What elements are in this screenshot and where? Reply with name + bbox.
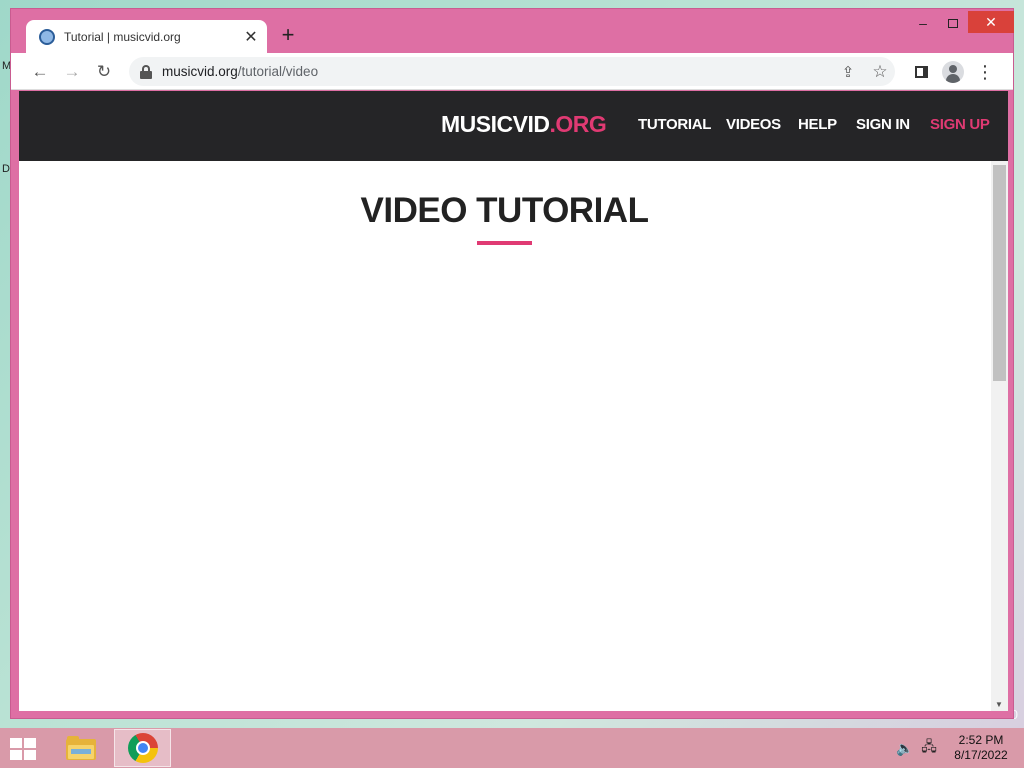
taskbar-file-explorer[interactable] — [52, 729, 109, 767]
taskbar-chrome[interactable] — [114, 729, 171, 767]
browser-menu-button[interactable]: ⋮ — [972, 59, 998, 85]
reload-button[interactable]: ↻ — [91, 59, 117, 85]
start-button[interactable] — [10, 738, 38, 760]
taskbar: 🔈 🖧 2:52 PM 8/17/2022 — [0, 728, 1024, 768]
page-title: VIDEO TUTORIAL — [360, 191, 649, 230]
tab-title: Tutorial | musicvid.org — [64, 30, 181, 44]
nav-tutorial[interactable]: TUTORIAL — [638, 116, 711, 133]
clock-time: 2:52 PM — [958, 733, 1004, 747]
scrollbar-thumb[interactable] — [993, 165, 1006, 381]
maximize-icon — [948, 18, 958, 28]
folder-icon — [65, 736, 96, 760]
logo-accent: .ORG — [549, 111, 607, 137]
site-logo[interactable]: MUSICVID.ORG — [441, 111, 607, 138]
tab-close-icon[interactable]: ✕ — [241, 27, 261, 47]
back-button[interactable]: ← — [27, 59, 53, 85]
tab-strip: Tutorial | musicvid.org ✕ + – ✕ — [11, 9, 1014, 54]
url-text[interactable]: musicvid.org/tutorial/video — [162, 64, 318, 79]
new-tab-button[interactable]: + — [277, 24, 299, 46]
network-icon[interactable]: 🖧 — [920, 738, 938, 756]
nav-videos[interactable]: VIDEOS — [726, 116, 781, 133]
side-panel-icon — [914, 66, 928, 78]
side-panel-button[interactable] — [908, 59, 934, 85]
volume-muted-icon[interactable]: 🔈 — [896, 740, 914, 756]
page-scrollbar[interactable]: ▼ — [991, 161, 1008, 711]
logo-main: MUSICVID — [441, 111, 550, 137]
clock-date: 8/17/2022 — [954, 748, 1008, 762]
window-close-button[interactable]: ✕ — [968, 11, 1014, 33]
page-viewport: MUSICVID.ORG TUTORIAL VIDEOS HELP SIGN I… — [19, 91, 1008, 711]
browser-window: Tutorial | musicvid.org ✕ + – ✕ ← → ↻ mu… — [10, 8, 1014, 719]
title-underline — [477, 241, 532, 245]
browser-tab[interactable]: Tutorial | musicvid.org ✕ — [26, 20, 267, 54]
profile-button[interactable] — [940, 59, 966, 85]
nav-sign-up[interactable]: SIGN UP — [930, 116, 990, 133]
windows-logo-icon — [10, 738, 22, 748]
share-icon[interactable]: ⇪ — [836, 60, 860, 84]
maximize-button[interactable] — [939, 11, 967, 35]
taskbar-clock[interactable]: 2:52 PM 8/17/2022 — [950, 733, 1012, 763]
bookmark-star-icon[interactable]: ☆ — [868, 60, 892, 84]
nav-sign-in[interactable]: SIGN IN — [856, 116, 910, 133]
nav-help[interactable]: HELP — [798, 116, 837, 133]
chrome-icon — [127, 733, 158, 763]
url-path: /tutorial/video — [237, 64, 319, 79]
desktop-glyph: D — [2, 163, 10, 175]
globe-icon — [39, 29, 55, 45]
browser-toolbar: ← → ↻ musicvid.org/tutorial/video ⇪ ☆ ⋮ — [11, 53, 1013, 90]
minimize-button[interactable]: – — [909, 11, 937, 35]
scroll-down-arrow-icon[interactable]: ▼ — [995, 700, 1003, 709]
url-host: musicvid.org — [162, 64, 238, 79]
profile-avatar-icon — [942, 61, 964, 83]
lock-icon[interactable] — [139, 64, 153, 80]
address-bar[interactable]: musicvid.org/tutorial/video ⇪ ☆ — [129, 57, 895, 86]
forward-button[interactable]: → — [59, 59, 85, 85]
site-header: MUSICVID.ORG TUTORIAL VIDEOS HELP SIGN I… — [19, 91, 1008, 161]
